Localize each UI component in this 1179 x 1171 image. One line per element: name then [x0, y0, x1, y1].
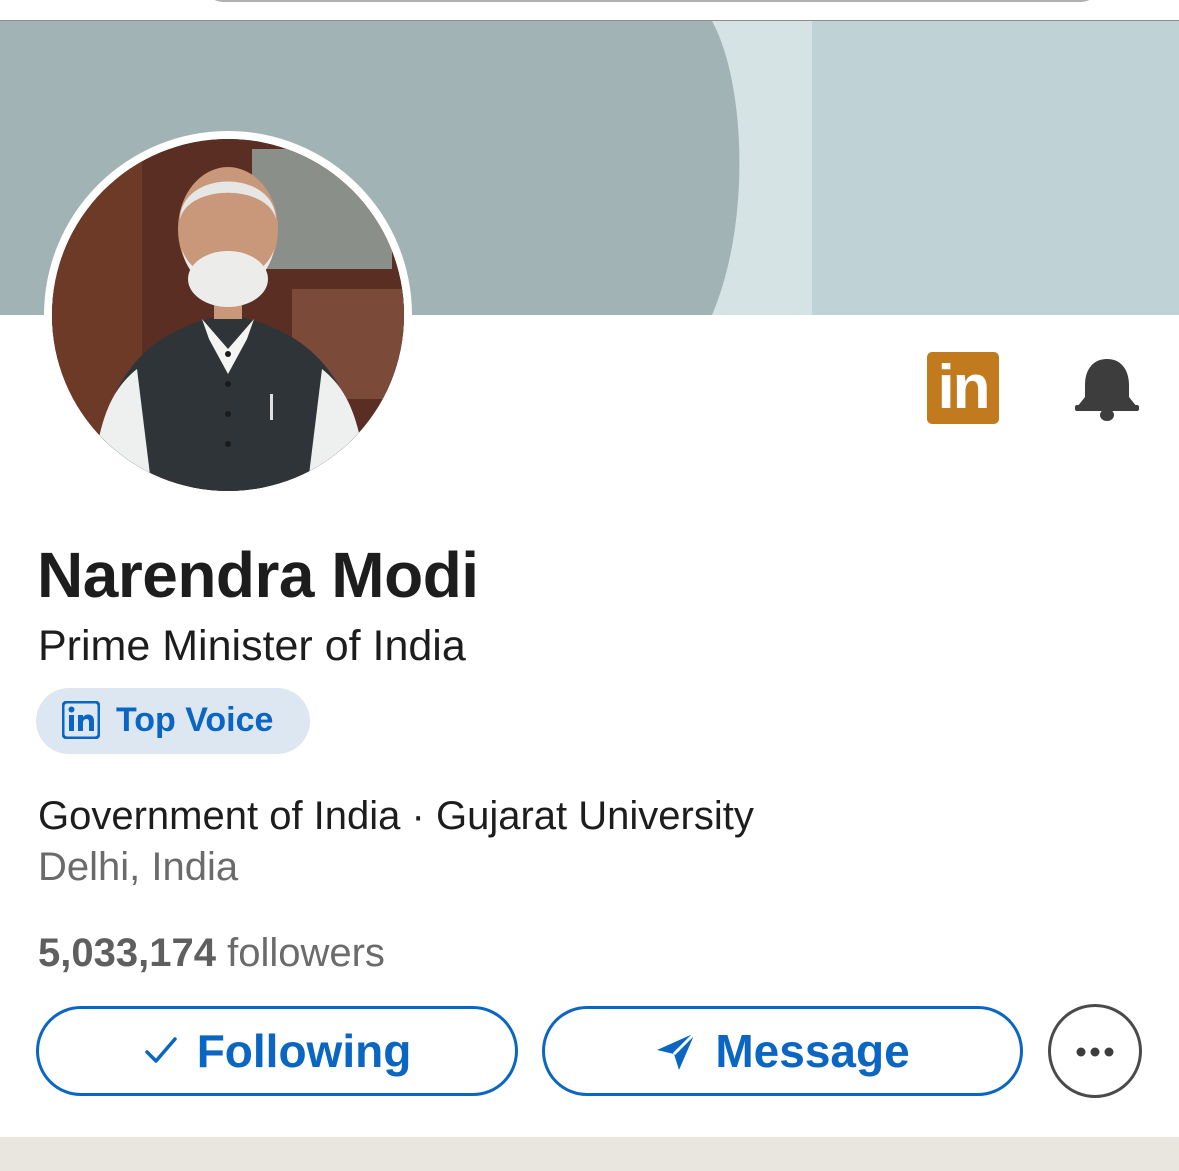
send-icon — [657, 1031, 697, 1070]
more-horizontal-icon — [1076, 1047, 1114, 1057]
linkedin-badge-icon — [62, 701, 100, 739]
following-button[interactable]: Following — [36, 1006, 518, 1096]
followers-label: followers — [227, 931, 385, 975]
search-bar-edge — [200, 0, 1104, 2]
badge-label: Top Voice — [116, 701, 274, 739]
message-label: Message — [715, 1025, 910, 1077]
checkmark-icon — [144, 1037, 177, 1063]
linkedin-logo-icon[interactable]: in — [927, 352, 999, 424]
profile-photo[interactable] — [44, 131, 412, 499]
message-button[interactable]: Message — [542, 1006, 1023, 1096]
section-divider — [0, 1137, 1179, 1171]
followers-number: 5,033,174 — [38, 931, 216, 975]
profile-headline: Prime Minister of India — [38, 622, 466, 670]
followers-count[interactable]: 5,033,174 followers — [38, 931, 385, 976]
profile-photo-image — [52, 139, 404, 491]
profile-location: Delhi, India — [38, 845, 239, 889]
top-voice-badge[interactable]: Top Voice — [36, 688, 310, 754]
top-strip — [0, 0, 1179, 21]
profile-page: in Narendra Modi Prime Minister of India… — [0, 0, 1179, 1171]
profile-organizations[interactable]: Government of India · Gujarat University — [38, 794, 754, 839]
bell-icon[interactable] — [1072, 355, 1142, 423]
profile-name: Narendra Modi — [37, 539, 479, 611]
more-button[interactable] — [1048, 1004, 1142, 1098]
following-label: Following — [196, 1025, 412, 1077]
